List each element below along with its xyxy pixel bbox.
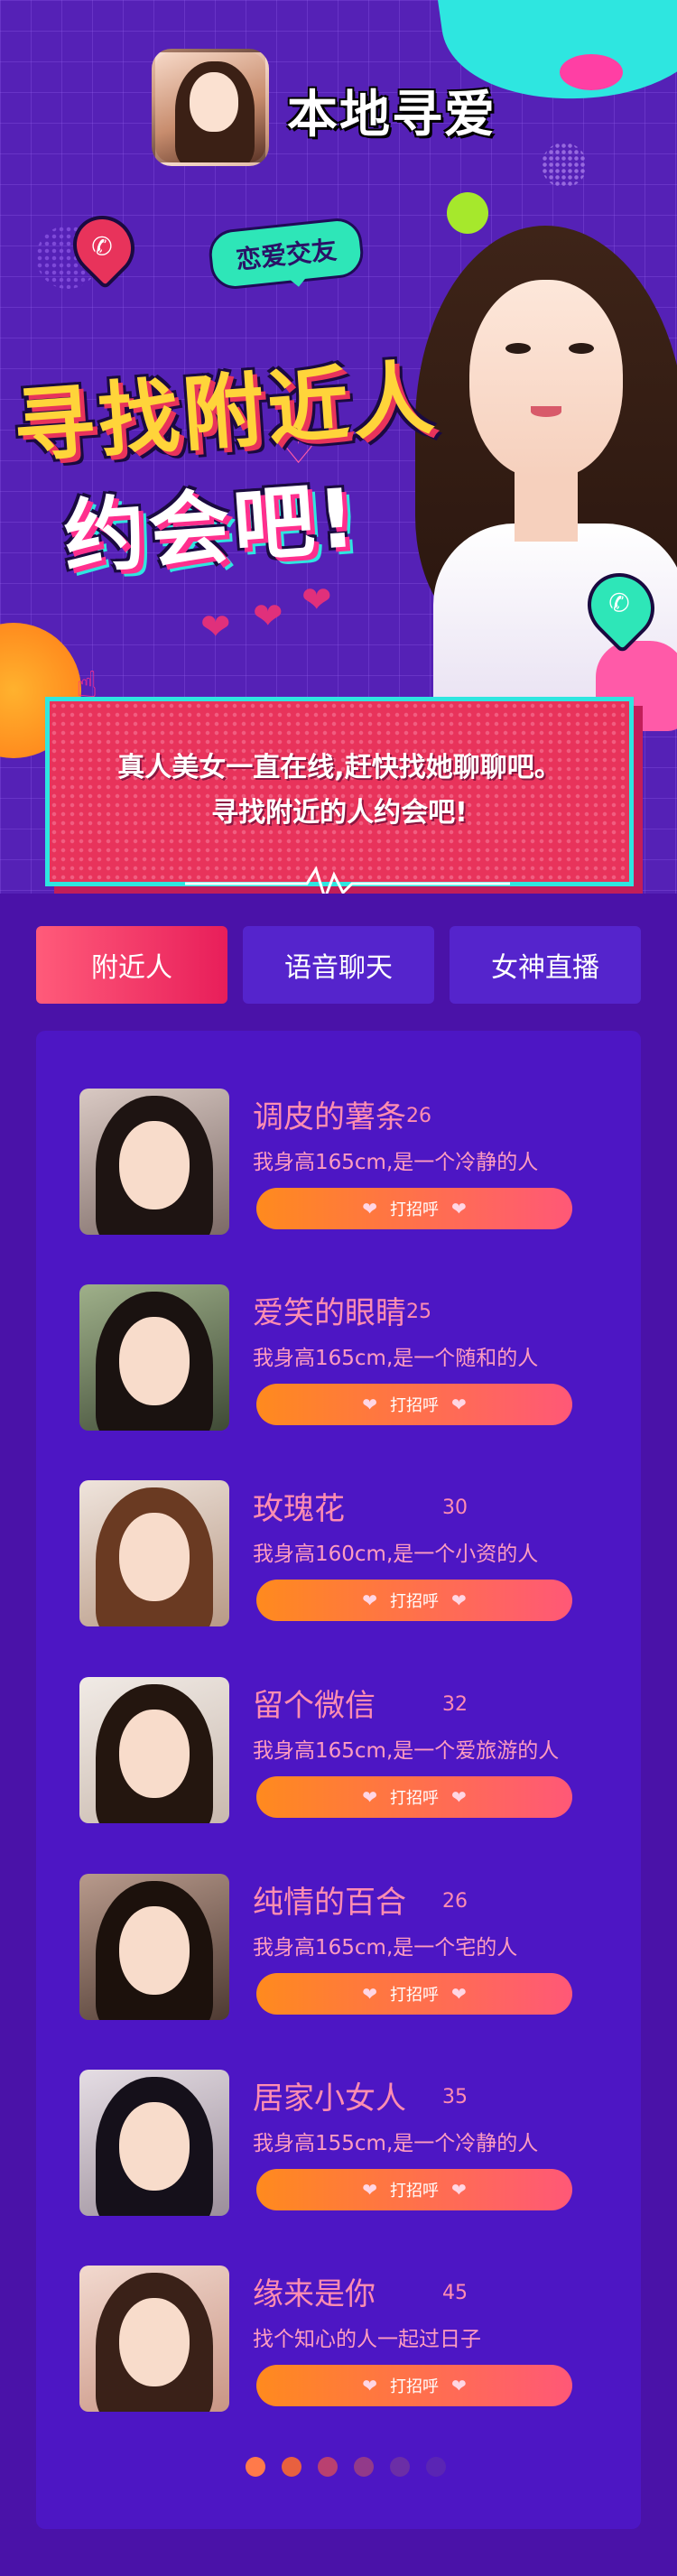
tab-goddess-live[interactable]: 女神直播 bbox=[450, 926, 641, 1004]
profile-age: 35 bbox=[442, 2086, 468, 2108]
greet-button-label: 打招呼 bbox=[390, 2182, 439, 2201]
greet-button-label: 打招呼 bbox=[390, 1986, 439, 2005]
pagination-dot[interactable] bbox=[390, 2457, 410, 2477]
tab-bar: 附近人 语音聊天 女神直播 bbox=[36, 926, 641, 1004]
heart-icon: ❤ bbox=[362, 2179, 377, 2201]
pagination-dot[interactable] bbox=[246, 2457, 265, 2477]
pagination-dot[interactable] bbox=[282, 2457, 301, 2477]
banner-line-1: 真人美女一直在线,赶快找她聊聊吧。 bbox=[117, 752, 561, 783]
profile-age: 25 bbox=[406, 1301, 431, 1323]
profile-description: 我身高165cm,是一个随和的人 bbox=[253, 1347, 539, 1370]
profile-item[interactable]: 纯情的百合 26 我身高165cm,是一个宅的人 ❤ 打招呼 ❤ bbox=[79, 1874, 603, 2020]
pagination-dots bbox=[246, 2457, 446, 2479]
greet-button-label: 打招呼 bbox=[390, 1789, 439, 1808]
profile-description: 我身高160cm,是一个小资的人 bbox=[253, 1543, 539, 1566]
greet-button-label: 打招呼 bbox=[390, 2377, 439, 2396]
profile-item[interactable]: 玫瑰花 30 我身高160cm,是一个小资的人 ❤ 打招呼 ❤ bbox=[79, 1480, 603, 1626]
profile-description: 找个知心的人一起过日子 bbox=[253, 2328, 481, 2351]
heart-icon: ❤ bbox=[451, 2375, 467, 2396]
profile-age: 26 bbox=[442, 1890, 468, 1913]
profile-avatar[interactable] bbox=[79, 1480, 229, 1626]
heart-icon: ❤ bbox=[451, 1394, 467, 1415]
profile-avatar[interactable] bbox=[79, 1089, 229, 1235]
app-logo bbox=[152, 49, 269, 166]
greet-button-label: 打招呼 bbox=[390, 1592, 439, 1611]
greet-button[interactable]: ❤ 打招呼 ❤ bbox=[256, 1188, 572, 1229]
profile-avatar[interactable] bbox=[79, 1284, 229, 1431]
heart-icon: ❤ bbox=[362, 1589, 377, 1611]
profile-age: 26 bbox=[406, 1105, 431, 1127]
heart-icon: ❤ bbox=[451, 1198, 467, 1219]
hero-banner: 本地寻爱 ✆ 恋爱交友 ♡ ❤ ❤ ❤ 寻找附近人 约会吧! ✆ ☝ 真人美女一… bbox=[0, 0, 677, 894]
greet-button[interactable]: ❤ 打招呼 ❤ bbox=[256, 1973, 572, 2015]
banner-line-2: 寻找附近的人约会吧! bbox=[211, 797, 468, 829]
profile-age: 45 bbox=[442, 2282, 468, 2304]
profile-list-panel: 调皮的薯条 26 我身高165cm,是一个冷静的人 ❤ 打招呼 ❤ 爱笑的眼睛 … bbox=[36, 1031, 641, 2529]
profile-name: 留个微信 bbox=[253, 1688, 376, 1724]
heart-icon: ❤ bbox=[451, 1589, 467, 1611]
heart-icon: ❤ bbox=[451, 1983, 467, 2005]
pagination-dot[interactable] bbox=[426, 2457, 446, 2477]
profile-name: 纯情的百合 bbox=[253, 1885, 406, 1921]
hero-tag-bubble: 恋爱交友 bbox=[207, 216, 366, 292]
heartbeat-line-icon bbox=[185, 866, 510, 894]
tab-nearby[interactable]: 附近人 bbox=[36, 926, 227, 1004]
heart-icon: ❤ bbox=[362, 1394, 377, 1415]
greet-button[interactable]: ❤ 打招呼 ❤ bbox=[256, 1776, 572, 1818]
profile-item[interactable]: 居家小女人 35 我身高155cm,是一个冷静的人 ❤ 打招呼 ❤ bbox=[79, 2070, 603, 2216]
pagination-dot[interactable] bbox=[318, 2457, 338, 2477]
heart-icon: ❤ bbox=[362, 1786, 377, 1808]
hero-headline-2: 约会吧! bbox=[60, 470, 362, 587]
profile-description: 我身高165cm,是一个宅的人 bbox=[253, 1936, 518, 1960]
heart-icon: ❤ bbox=[451, 1786, 467, 1808]
profile-age: 30 bbox=[442, 1496, 468, 1519]
heart-icon: ❤ bbox=[362, 2375, 377, 2396]
profile-age: 32 bbox=[442, 1693, 468, 1716]
app-title: 本地寻爱 bbox=[287, 86, 496, 144]
profile-name: 缘来是你 bbox=[253, 2276, 376, 2312]
hero-headline-1: 寻找附近人 bbox=[10, 350, 441, 476]
greet-button[interactable]: ❤ 打招呼 ❤ bbox=[256, 1580, 572, 1621]
profile-description: 我身高165cm,是一个冷静的人 bbox=[253, 1151, 539, 1174]
decor-dot-circle bbox=[542, 143, 587, 188]
profile-avatar[interactable] bbox=[79, 2070, 229, 2216]
profile-description: 我身高165cm,是一个爱旅游的人 bbox=[253, 1739, 560, 1763]
heart-icon: ❤ bbox=[362, 1198, 377, 1219]
greet-button-label: 打招呼 bbox=[390, 1200, 439, 1219]
greet-button[interactable]: ❤ 打招呼 ❤ bbox=[256, 2365, 572, 2406]
profile-item[interactable]: 留个微信 32 我身高165cm,是一个爱旅游的人 ❤ 打招呼 ❤ bbox=[79, 1677, 603, 1823]
greet-button[interactable]: ❤ 打招呼 ❤ bbox=[256, 1384, 572, 1425]
greet-button-label: 打招呼 bbox=[390, 1396, 439, 1415]
decor-pink-blob bbox=[560, 54, 623, 90]
profile-item[interactable]: 缘来是你 45 找个知心的人一起过日子 ❤ 打招呼 ❤ bbox=[79, 2266, 603, 2412]
intro-banner: 真人美女一直在线,赶快找她聊聊吧。 寻找附近的人约会吧! bbox=[45, 697, 634, 894]
profile-description: 我身高155cm,是一个冷静的人 bbox=[253, 2132, 539, 2155]
lips-icon: ❤ bbox=[253, 596, 283, 637]
profile-item[interactable]: 调皮的薯条 26 我身高165cm,是一个冷静的人 ❤ 打招呼 ❤ bbox=[79, 1089, 603, 1235]
profile-avatar[interactable] bbox=[79, 2266, 229, 2412]
profile-avatar[interactable] bbox=[79, 1874, 229, 2020]
profile-name: 玫瑰花 bbox=[253, 1491, 345, 1527]
profile-name: 居家小女人 bbox=[253, 2080, 406, 2117]
profile-name: 调皮的薯条 bbox=[253, 1099, 406, 1135]
heart-icon: ❤ bbox=[362, 1983, 377, 2005]
lips-icon: ❤ bbox=[301, 579, 332, 621]
profile-item[interactable]: 爱笑的眼睛 25 我身高165cm,是一个随和的人 ❤ 打招呼 ❤ bbox=[79, 1284, 603, 1431]
lips-icon: ❤ bbox=[200, 607, 231, 648]
profile-avatar[interactable] bbox=[79, 1677, 229, 1823]
profile-name: 爱笑的眼睛 bbox=[253, 1295, 406, 1331]
pagination-dot[interactable] bbox=[354, 2457, 374, 2477]
tab-voice-chat[interactable]: 语音聊天 bbox=[243, 926, 434, 1004]
heart-icon: ❤ bbox=[451, 2179, 467, 2201]
greet-button[interactable]: ❤ 打招呼 ❤ bbox=[256, 2169, 572, 2210]
